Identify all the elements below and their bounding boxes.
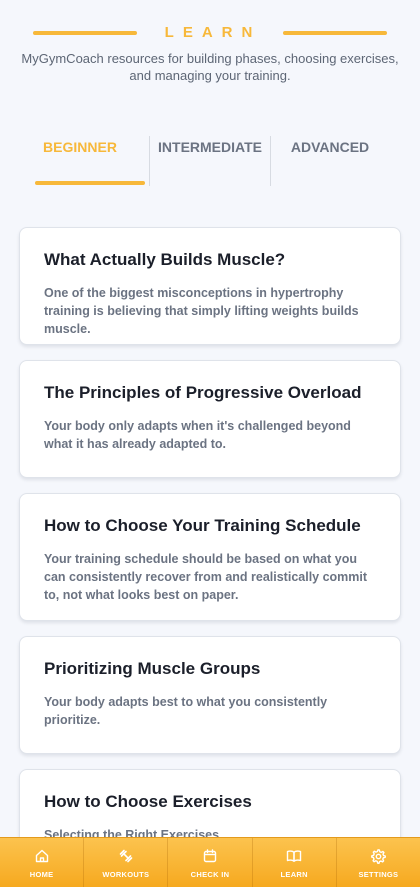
- calendar-icon: [203, 849, 217, 863]
- article-title: The Principles of Progressive Overload: [44, 383, 362, 402]
- title-line-right: [283, 30, 388, 35]
- nav-label: WORKOUTS: [102, 870, 150, 879]
- nav-settings[interactable]: SETTINGS: [337, 838, 420, 887]
- article-description: Your body adapts best to what you consis…: [44, 695, 328, 727]
- article-title: How to Choose Exercises: [44, 792, 252, 811]
- nav-label: CHECK IN: [190, 870, 230, 879]
- level-tabs: BEGINNER INTERMEDIATE ADVANCED: [20, 128, 400, 188]
- page-title: LEARN: [164, 24, 262, 41]
- nav-label: HOME: [29, 870, 54, 879]
- nav-check-in[interactable]: CHECK IN: [168, 838, 253, 887]
- article-title: How to Choose Your Training Schedule: [44, 516, 361, 535]
- page-header: LEARN MyGymCoach resources for building …: [0, 0, 420, 120]
- article-description: Your body only adapts when it's challeng…: [44, 419, 351, 451]
- nav-home[interactable]: HOME: [0, 838, 85, 887]
- tab-beginner[interactable]: BEGINNER: [20, 128, 145, 186]
- article-card[interactable]: How to Choose Your Training Schedule You…: [19, 493, 401, 621]
- tab-label: INTERMEDIATE: [158, 139, 262, 155]
- article-description: One of the biggest misconceptions in hyp…: [44, 286, 359, 336]
- tab-label: ADVANCED: [290, 139, 370, 155]
- active-tab-underline: [35, 181, 145, 185]
- tab-label: BEGINNER: [43, 139, 117, 155]
- article-card[interactable]: The Principles of Progressive Overload Y…: [19, 360, 401, 478]
- article-card[interactable]: What Actually Builds Muscle? One of the …: [19, 227, 401, 345]
- dumbbell-icon: [119, 849, 133, 863]
- bottom-navigation: HOME WORKOUTS CHECK IN LEARN SETTINGS: [0, 837, 420, 887]
- article-card[interactable]: Prioritizing Muscle Groups Your body ada…: [19, 636, 401, 754]
- nav-learn[interactable]: LEARN: [253, 838, 337, 887]
- nav-label: LEARN: [280, 870, 308, 879]
- page-subtitle: MyGymCoach resources for building phases…: [21, 51, 399, 83]
- article-title: What Actually Builds Muscle?: [44, 250, 286, 269]
- tab-advanced[interactable]: ADVANCED: [270, 128, 390, 186]
- gear-icon: [371, 849, 387, 864]
- home-icon: [35, 849, 48, 863]
- nav-label: SETTINGS: [358, 870, 399, 879]
- title-row: LEARN: [0, 24, 420, 41]
- title-line-left: [32, 30, 137, 35]
- tab-intermediate[interactable]: INTERMEDIATE: [150, 128, 270, 186]
- book-icon: [287, 850, 302, 862]
- article-description: Your training schedule should be based o…: [44, 552, 368, 602]
- nav-workouts[interactable]: WORKOUTS: [84, 838, 169, 887]
- article-title: Prioritizing Muscle Groups: [44, 659, 261, 678]
